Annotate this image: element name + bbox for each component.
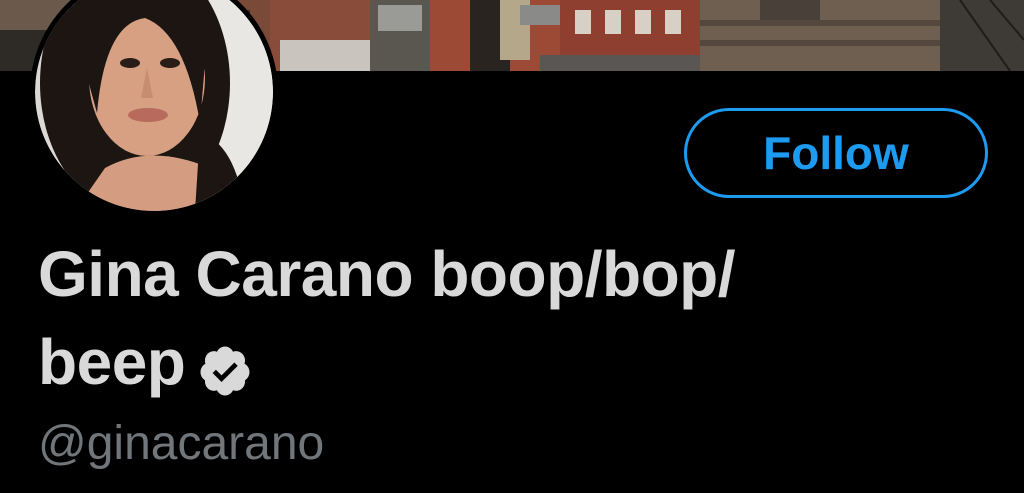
verified-badge-icon[interactable] xyxy=(197,333,253,396)
display-name-line2: beep xyxy=(38,326,186,398)
user-handle: @ginacarano xyxy=(38,417,325,470)
display-name: Gina Carano boop/bop/ beep xyxy=(38,230,838,406)
follow-button[interactable]: Follow xyxy=(684,108,988,198)
avatar[interactable] xyxy=(30,0,278,216)
avatar-image xyxy=(35,0,273,211)
display-name-line1: Gina Carano boop/bop/ xyxy=(38,238,736,310)
